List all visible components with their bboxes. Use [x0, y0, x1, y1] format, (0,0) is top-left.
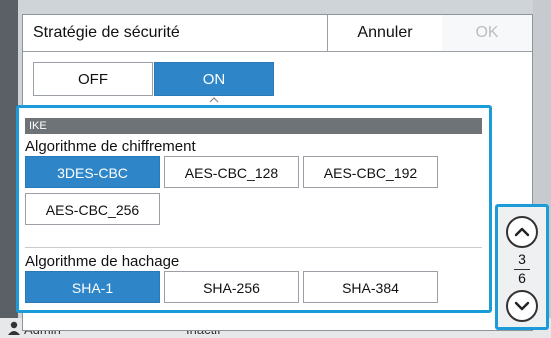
security-policy-dialog: Stratégie de sécurité Annuler OK OFF ON …	[16, 14, 533, 331]
chevron-down-icon	[514, 301, 530, 311]
option-sha-1[interactable]: SHA-1	[25, 271, 160, 303]
section-header-ike: IKE	[25, 118, 482, 134]
user-icon	[8, 321, 20, 335]
encryption-algorithm-label: Algorithme de chiffrement	[25, 138, 196, 155]
option-sha-256[interactable]: SHA-256	[164, 271, 299, 303]
hash-algorithm-label: Algorithme de hachage	[25, 253, 180, 270]
page-current: 3	[518, 251, 526, 267]
chevron-up-icon	[514, 227, 530, 237]
page-navigator: 3 6	[495, 204, 549, 330]
page-up-button[interactable]	[506, 216, 538, 248]
ike-settings-panel: IKE Algorithme de chiffrement 3DES-CBC A…	[16, 105, 492, 313]
ok-button[interactable]: OK	[442, 15, 532, 51]
option-aes-cbc-192[interactable]: AES-CBC_192	[303, 156, 438, 188]
option-aes-cbc-128[interactable]: AES-CBC_128	[164, 156, 299, 188]
toggle-off-button[interactable]: OFF	[33, 62, 153, 96]
dialog-title-bar: Stratégie de sécurité Annuler OK	[23, 15, 532, 52]
group-divider	[25, 247, 482, 248]
page-total: 6	[518, 270, 526, 286]
dialog-title: Stratégie de sécurité	[33, 24, 180, 41]
option-aes-cbc-256[interactable]: AES-CBC_256	[25, 193, 160, 225]
option-3des-cbc[interactable]: 3DES-CBC	[25, 156, 160, 188]
option-sha-384[interactable]: SHA-384	[303, 271, 438, 303]
cancel-button[interactable]: Annuler	[327, 15, 443, 51]
toggle-on-button[interactable]: ON	[154, 62, 274, 96]
page-down-button[interactable]	[506, 290, 538, 322]
caret-up-icon	[209, 97, 219, 103]
